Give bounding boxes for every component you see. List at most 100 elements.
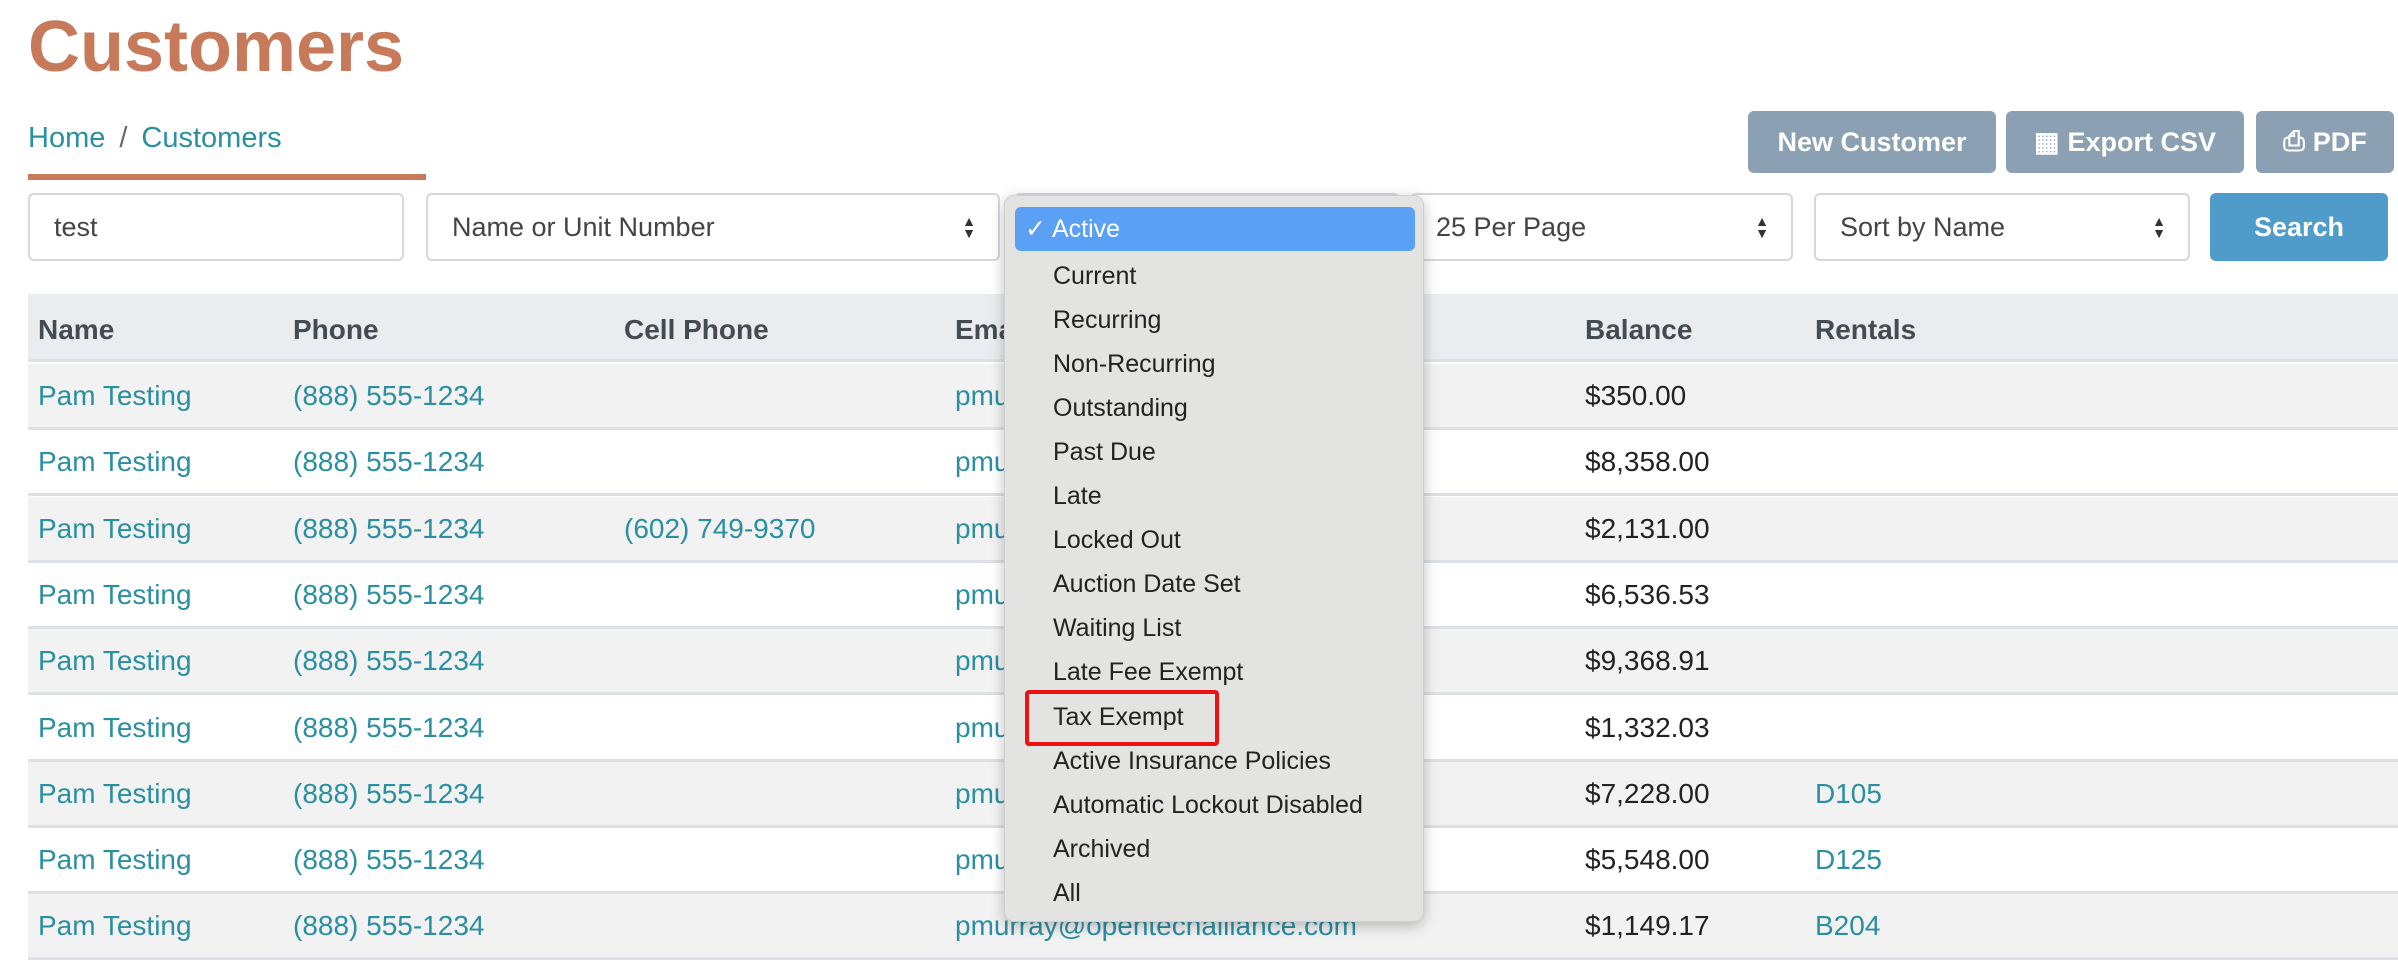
email-link[interactable]: pmu <box>955 844 1009 876</box>
status-option-label: Non-Recurring <box>1053 349 1216 378</box>
balance-value: $5,548.00 <box>1585 844 1710 876</box>
status-option[interactable]: ✓ Active <box>1015 207 1415 251</box>
select-arrows-icon: ▲ ▼ <box>962 213 976 241</box>
rental-unit-link[interactable]: B204 <box>1815 910 1880 942</box>
new-customer-label: New Customer <box>1777 126 1967 157</box>
status-option-label: Late Fee Exempt <box>1053 658 1244 687</box>
status-option[interactable]: Auction Date Set <box>1015 563 1415 607</box>
pdf-label: PDF <box>2312 126 2367 157</box>
status-option[interactable]: Current <box>1015 254 1415 298</box>
status-option[interactable]: Late <box>1015 475 1415 519</box>
balance-value: $9,368.91 <box>1585 645 1710 677</box>
status-option[interactable]: Archived <box>1015 827 1415 871</box>
email-link[interactable]: pmu <box>955 579 1009 611</box>
breadcrumb-home[interactable]: Home <box>28 122 105 154</box>
phone-link[interactable]: (888) 555-1234 <box>293 513 484 545</box>
email-link[interactable]: pmu <box>955 513 1009 545</box>
export-csv-label: Export CSV <box>2067 126 2217 157</box>
customer-name-link[interactable]: Pam Testing <box>38 513 192 545</box>
balance-value: $1,149.17 <box>1585 910 1710 942</box>
breadcrumb-current[interactable]: Customers <box>141 122 281 154</box>
customer-name-link[interactable]: Pam Testing <box>38 579 192 611</box>
status-option-label: Locked Out <box>1053 526 1181 555</box>
page-title: Customers <box>28 7 405 87</box>
rental-unit-link[interactable]: D105 <box>1815 778 1882 810</box>
phone-link[interactable]: (888) 555-1234 <box>293 844 484 876</box>
status-option[interactable]: Non-Recurring <box>1015 342 1415 386</box>
status-option[interactable]: Past Due <box>1015 430 1415 474</box>
select-arrows-icon: ▲ ▼ <box>1755 213 1769 241</box>
customer-name-link[interactable]: Pam Testing <box>38 645 192 677</box>
search-button[interactable]: Search <box>2210 193 2388 261</box>
search-by-value: Name or Unit Number <box>452 211 715 242</box>
per-page-select[interactable]: 25 Per Page ▲ ▼ <box>1410 193 1793 261</box>
per-page-value: 25 Per Page <box>1436 211 1587 242</box>
phone-link[interactable]: (888) 555-1234 <box>293 446 484 478</box>
customer-name-link[interactable]: Pam Testing <box>38 446 192 478</box>
breadcrumb-underline <box>28 174 426 180</box>
checkmark-icon: ✓ <box>1025 215 1046 243</box>
email-link[interactable]: pmu <box>955 778 1009 810</box>
balance-value: $350.00 <box>1585 380 1687 411</box>
balance-value: $2,131.00 <box>1585 512 1710 544</box>
breadcrumb: Home / Customers <box>28 122 282 155</box>
status-option-label: Late <box>1053 482 1102 510</box>
column-header-cell-phone[interactable]: Cell Phone <box>624 314 769 346</box>
status-option-label: Recurring <box>1053 305 1162 334</box>
phone-link[interactable]: (888) 555-1234 <box>293 712 484 744</box>
status-option[interactable]: Outstanding <box>1015 386 1415 430</box>
status-option-label: Auction Date Set <box>1053 570 1241 599</box>
status-option-label: Outstanding <box>1053 393 1188 422</box>
email-link[interactable]: pmu <box>955 446 1009 478</box>
rental-unit-link[interactable]: D125 <box>1815 844 1882 876</box>
status-option[interactable]: Locked Out <box>1015 519 1415 563</box>
customer-name-link[interactable]: Pam Testing <box>38 380 192 412</box>
search-input[interactable]: test <box>28 193 404 261</box>
phone-link[interactable]: (888) 555-1234 <box>293 380 484 412</box>
balance-value: $7,228.00 <box>1585 777 1710 809</box>
status-option[interactable]: Automatic Lockout Disabled <box>1015 783 1415 827</box>
pdf-button[interactable]: ⎙ PDF <box>2256 111 2394 173</box>
cell-phone-link[interactable]: (602) 749-9370 <box>624 513 815 545</box>
phone-link[interactable]: (888) 555-1234 <box>293 579 484 611</box>
customer-name-link[interactable]: Pam Testing <box>38 778 192 810</box>
new-customer-button[interactable]: New Customer <box>1748 111 1996 173</box>
select-arrows-icon: ▲ ▼ <box>2152 213 2166 241</box>
status-option[interactable]: All <box>1015 871 1415 915</box>
search-input-value: test <box>54 211 98 242</box>
print-icon: ⎙ <box>2283 126 2305 156</box>
status-option-label: Automatic Lockout Disabled <box>1053 790 1363 819</box>
status-option-label: Archived <box>1053 834 1151 863</box>
status-option-label: Waiting List <box>1053 614 1182 643</box>
search-button-label: Search <box>2253 211 2345 242</box>
search-by-select[interactable]: Name or Unit Number ▲ ▼ <box>426 193 1000 261</box>
status-option[interactable]: Late Fee Exempt <box>1015 651 1415 695</box>
phone-link[interactable]: (888) 555-1234 <box>293 778 484 810</box>
column-header-phone[interactable]: Phone <box>293 314 379 346</box>
email-link[interactable]: pmu <box>955 645 1009 677</box>
status-option-label: Current <box>1053 261 1137 290</box>
email-link[interactable]: pmu <box>955 380 1009 412</box>
column-header-name[interactable]: Name <box>38 314 114 346</box>
customer-name-link[interactable]: Pam Testing <box>38 910 192 942</box>
balance-value: $6,536.53 <box>1585 578 1710 610</box>
phone-link[interactable]: (888) 555-1234 <box>293 910 484 942</box>
customer-name-link[interactable]: Pam Testing <box>38 712 192 744</box>
status-option-label: Active Insurance Policies <box>1053 746 1331 775</box>
column-header-rentals[interactable]: Rentals <box>1815 314 1916 346</box>
table-icon: ▦ <box>2033 126 2060 157</box>
balance-value: $8,358.00 <box>1585 446 1710 478</box>
export-csv-button[interactable]: ▦ Export CSV <box>2006 111 2244 173</box>
status-option-label: Past Due <box>1053 437 1156 466</box>
customer-name-link[interactable]: Pam Testing <box>38 844 192 876</box>
status-option-label: Active <box>1051 214 1121 243</box>
status-option[interactable]: Waiting List <box>1015 607 1415 651</box>
email-link[interactable]: pmu <box>955 712 1009 744</box>
sort-select[interactable]: Sort by Name ▲ ▼ <box>1814 193 2190 261</box>
highlight-annotation-box <box>1025 690 1219 746</box>
column-header-balance[interactable]: Balance <box>1585 314 1692 346</box>
phone-link[interactable]: (888) 555-1234 <box>293 645 484 677</box>
status-option[interactable]: Recurring <box>1015 298 1415 342</box>
sort-value: Sort by Name <box>1840 211 2006 242</box>
status-dropdown-menu: ✓ Active Current Recurring Non-Recurring Out… <box>1004 195 1424 922</box>
